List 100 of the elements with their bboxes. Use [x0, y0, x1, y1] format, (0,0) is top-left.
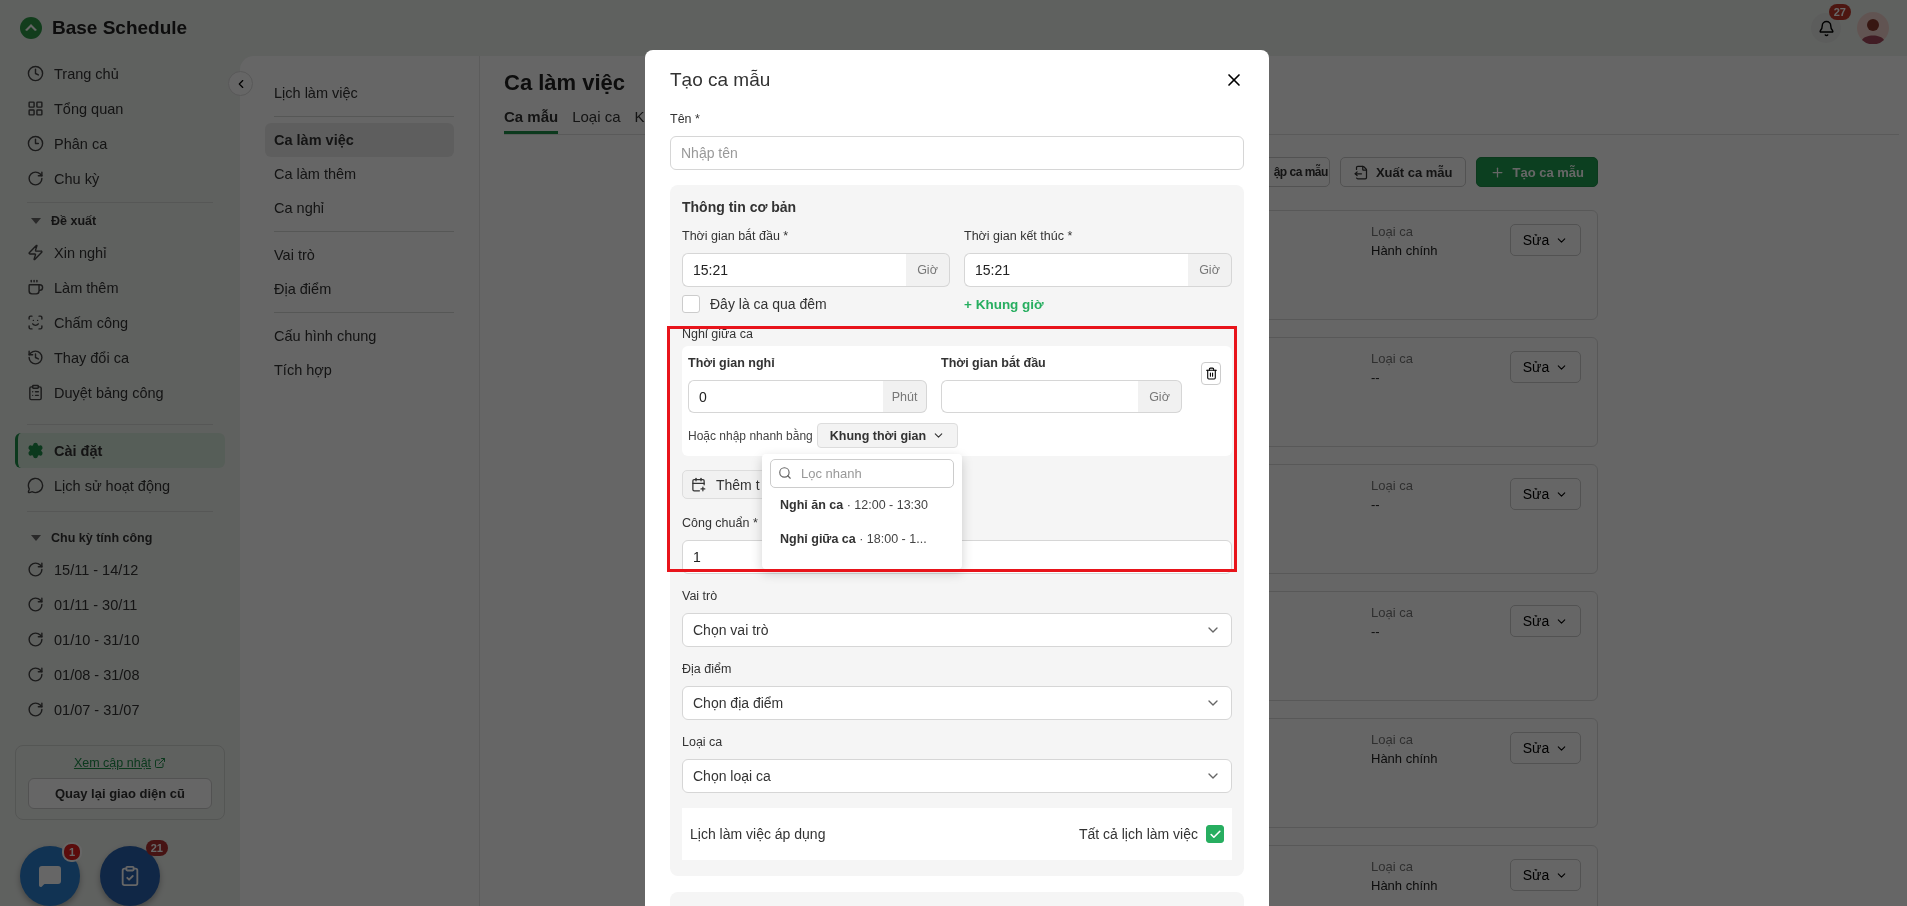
- field-label: Nghỉ giữa ca: [682, 326, 754, 343]
- tab[interactable]: Loại ca: [572, 104, 621, 134]
- clock-icon: [27, 65, 44, 82]
- section-title: Thông tin cơ bản: [682, 198, 798, 217]
- calendar-plus-icon: [691, 477, 706, 492]
- field-label: Thời gian bắt đầu: [941, 354, 1047, 372]
- sidebar-item[interactable]: Tổng quan: [15, 91, 225, 126]
- tab[interactable]: K: [634, 104, 645, 134]
- settings-nav-item[interactable]: Cấu hình chung: [265, 319, 454, 353]
- field-value: Hành chính: [1371, 878, 1439, 893]
- sidebar-item[interactable]: Duyệt bảng công: [15, 375, 225, 410]
- select-field[interactable]: Chọn vai trò: [682, 613, 1232, 647]
- field-value: --: [1371, 624, 1381, 639]
- edit-button[interactable]: Sửa: [1510, 859, 1581, 891]
- edit-button[interactable]: Sửa: [1510, 224, 1581, 256]
- field-label: Công chuẩn *: [682, 515, 759, 532]
- check-icon: [1208, 827, 1222, 841]
- sidebar-item[interactable]: 01/10 - 31/10: [15, 622, 225, 657]
- sidebar-item[interactable]: 01/08 - 31/08: [15, 657, 225, 692]
- group-header[interactable]: Chu kỳ tính công: [15, 524, 225, 552]
- chat-icon: [38, 864, 62, 888]
- bell-icon: [1817, 19, 1835, 37]
- settings-nav-item[interactable]: Vai trò: [265, 238, 454, 272]
- settings-nav-item[interactable]: Tích hợp: [265, 353, 454, 387]
- field-label: Vai trò: [682, 588, 719, 605]
- sidebar-item[interactable]: Làm thêm: [15, 270, 225, 305]
- chat-badge: 1: [61, 842, 82, 862]
- caret-icon: [31, 217, 41, 225]
- sidebar-item[interactable]: 01/07 - 31/07: [15, 692, 225, 727]
- field-label: Thời gian bắt đầu *: [682, 227, 790, 245]
- checkbox-label: Đây là ca qua đêm: [710, 296, 827, 312]
- sidebar-item[interactable]: Phân ca: [15, 126, 225, 161]
- sidebar-item[interactable]: Xin nghỉ: [15, 235, 225, 270]
- name-field[interactable]: Nhập tên: [670, 136, 1244, 170]
- field-value: Hành chính: [1371, 751, 1439, 766]
- settings-nav-item[interactable]: Lịch làm việc: [265, 76, 454, 110]
- cup-icon: [27, 279, 44, 296]
- search-icon: [778, 466, 792, 480]
- sidebar-item[interactable]: Chu kỳ: [15, 161, 225, 196]
- add-slot-link[interactable]: + Khung giờ: [964, 297, 1044, 312]
- update-link[interactable]: Xem cập nhật: [73, 756, 167, 770]
- field-label: Loại ca: [682, 734, 724, 751]
- history-icon: [27, 349, 44, 366]
- dropdown-option[interactable]: Nghỉ giữa ca · 18:00 - 1...: [770, 522, 954, 556]
- dropdown-option[interactable]: Nghỉ ăn ca · 12:00 - 13:30: [770, 488, 954, 522]
- edit-button[interactable]: Sửa: [1510, 478, 1581, 510]
- cycle-icon: [27, 561, 44, 578]
- select-field[interactable]: Chọn địa điểm: [682, 686, 1232, 720]
- bolt-icon: [27, 244, 44, 261]
- trash-icon: [1204, 367, 1218, 380]
- plus-icon: [1490, 164, 1506, 180]
- edit-button[interactable]: Sửa: [1510, 605, 1581, 637]
- caret-icon: [31, 534, 41, 542]
- clock-icon: [27, 135, 44, 152]
- sidebar-item[interactable]: Trang chủ: [15, 56, 225, 91]
- chat-button[interactable]: [20, 846, 80, 906]
- sidebar-item[interactable]: Lịch sử hoạt động: [15, 468, 225, 503]
- clipboard-icon: [27, 384, 44, 401]
- sidebar-item[interactable]: Chấm công: [15, 305, 225, 340]
- edit-button[interactable]: Sửa: [1510, 351, 1581, 383]
- notification-count: 27: [1828, 4, 1851, 20]
- sidebar-item[interactable]: 01/11 - 30/11: [15, 587, 225, 622]
- cycle-icon: [27, 170, 44, 187]
- create-button[interactable]: Tạo ca mẫu: [1476, 157, 1598, 187]
- clipboard-check-icon: [119, 865, 141, 887]
- app-title: Base Schedule: [52, 17, 189, 39]
- settings-nav-item[interactable]: Ca làm việc: [265, 123, 454, 157]
- legacy-ui-button[interactable]: Quay lại giao diện cũ: [28, 778, 212, 809]
- field-label: Thời gian kết thúc *: [964, 228, 1074, 245]
- checkbox-label: Tất cả lịch làm việc: [1078, 826, 1198, 842]
- field-value: --: [1371, 370, 1381, 385]
- field-value: --: [1371, 497, 1381, 512]
- settings-nav-item[interactable]: Địa điểm: [265, 272, 454, 306]
- external-link-icon: [154, 757, 167, 769]
- delete-button[interactable]: [1201, 362, 1221, 385]
- settings-nav-item[interactable]: Ca làm thêm: [265, 157, 454, 191]
- logo-icon: [20, 17, 42, 39]
- field-label: Địa điểm: [682, 661, 733, 678]
- filter-field[interactable]: Lọc nhanh: [770, 459, 954, 488]
- field-label: Thời gian nghỉ: [688, 355, 776, 372]
- collapse-button[interactable]: [228, 71, 253, 96]
- group-header[interactable]: Đề xuất: [15, 207, 225, 235]
- quick-fill-label: Hoặc nhập nhanh bằng: [688, 428, 813, 443]
- checkbox[interactable]: [682, 295, 700, 313]
- avatar[interactable]: [1857, 12, 1889, 44]
- settings-nav-item[interactable]: Ca nghỉ: [265, 191, 454, 225]
- sidebar-item[interactable]: Cài đặt: [15, 433, 225, 468]
- edit-button[interactable]: Sửa: [1510, 732, 1581, 764]
- checkbox[interactable]: [1206, 825, 1224, 843]
- field-value: Hành chính: [1371, 243, 1439, 258]
- sidebar-item[interactable]: Thay đổi ca: [15, 340, 225, 375]
- tab[interactable]: Ca mẫu: [504, 104, 559, 134]
- select-field[interactable]: Chọn loại ca: [682, 759, 1232, 793]
- tasks-badge: 21: [145, 840, 168, 856]
- page-title: Ca làm việc: [504, 70, 626, 96]
- modal-title: Tạo ca mẫu: [670, 69, 771, 91]
- file-icon: [1353, 164, 1369, 180]
- sidebar-item[interactable]: 15/11 - 14/12: [15, 552, 225, 587]
- time-frame-dropdown[interactable]: Khung thời gian: [816, 423, 959, 448]
- export-button[interactable]: Xuất ca mẫu: [1339, 157, 1467, 187]
